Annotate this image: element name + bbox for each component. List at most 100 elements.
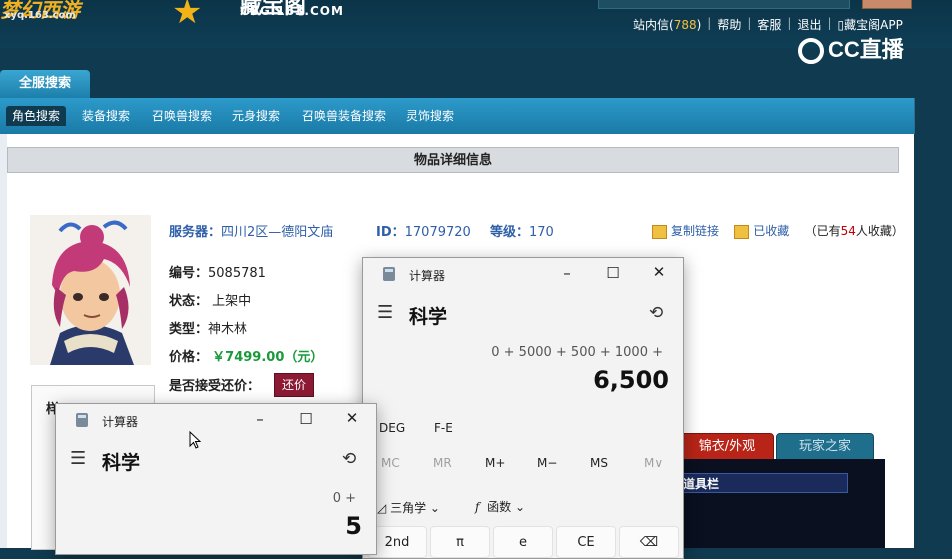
xyq-logo[interactable]: 梦幻西游 xyq.163.com	[0, 0, 150, 24]
calculator-expression: 0 + 5000 + 500 + 1000 +	[491, 345, 663, 360]
menu-icon[interactable]: ☰	[70, 448, 86, 469]
minimize-button[interactable]: –	[557, 264, 577, 282]
memory-recall-button[interactable]: MR	[433, 456, 452, 470]
calculator-window-back: 计算器 – ☐ ✕ ☰ 科学 ⟲ 0 + 5000 + 500 + 1000 +…	[362, 257, 684, 559]
tab-outfit[interactable]: 锦衣/外观	[680, 433, 774, 461]
search-tab-pet-equipment[interactable]: 召唤兽装备搜索	[296, 106, 392, 126]
clear-entry-key[interactable]: CE	[556, 526, 616, 558]
cc-logo-icon	[798, 38, 824, 65]
id-label: ID：	[376, 225, 405, 240]
user-info-box	[598, 0, 850, 9]
link-messages[interactable]: 站内信(788)	[633, 16, 701, 32]
memory-clear-button[interactable]: MC	[381, 456, 400, 470]
cbg-logo[interactable]: ★ 藏宝阁 CBG.163.COM	[172, 0, 362, 32]
search-tab-pet[interactable]: 召唤兽搜索	[146, 106, 218, 126]
server-row: 服务器：四川2区—德阳文庙	[169, 221, 333, 240]
cursor-arrow-icon	[189, 431, 201, 449]
calculator-title: 计算器	[102, 415, 139, 429]
close-button[interactable]: ✕	[342, 409, 362, 427]
status-row: 状态： 上架中	[169, 290, 251, 309]
id-row: ID：17079720	[376, 221, 471, 240]
function-icon: f	[475, 500, 480, 514]
bargain-button[interactable]: 还价	[274, 373, 314, 397]
history-icon[interactable]: ⟲	[649, 303, 663, 323]
detail-title: 物品详细信息	[7, 147, 899, 173]
bargain-label: 是否接受还价：	[169, 379, 261, 394]
angle-unit-button[interactable]: DEG	[379, 421, 405, 435]
calculator-icon	[383, 267, 395, 281]
star-icon: ★	[172, 0, 203, 32]
top-links: 站内信(788) | 帮助 | 客服 | 退出 | ▯藏宝阁APP	[633, 16, 903, 32]
tab-full-server-search[interactable]: 全服搜索	[0, 70, 90, 98]
divider: |	[747, 16, 752, 30]
calculator-mode: 科学	[102, 452, 141, 474]
price-label: 价格：	[169, 350, 209, 365]
calculator-window-front: 计算器 – ☐ ✕ ☰ 科学 ⟲ 0 + 5	[55, 403, 377, 555]
minimize-button[interactable]: –	[250, 410, 270, 428]
level-label: 等级：	[490, 225, 530, 240]
function-dropdown[interactable]: f 函数 ⌄	[475, 498, 525, 515]
price-row: 价格： ￥7499.00（元）	[169, 346, 323, 365]
memory-subtract-button[interactable]: M−	[537, 456, 557, 470]
favorite-button[interactable]: 已收藏	[734, 224, 789, 239]
search-tab-role[interactable]: 角色搜索	[6, 106, 67, 126]
maximize-button[interactable]: ☐	[296, 410, 316, 428]
tab-player-home[interactable]: 玩家之家	[776, 433, 874, 461]
menu-icon[interactable]: ☰	[377, 302, 393, 323]
copy-link-button[interactable]: 复制链接	[652, 224, 719, 239]
panel-tab-strip	[0, 70, 952, 98]
memory-add-button[interactable]: M+	[485, 456, 505, 470]
search-tab-avatar[interactable]: 元身搜索	[226, 106, 286, 126]
type-row: 类型：神木林	[169, 318, 247, 337]
link-app[interactable]: ▯藏宝阁APP	[838, 16, 903, 32]
xyq-logo-domain: xyq.163.com	[4, 10, 76, 21]
calculator-icon	[76, 413, 88, 427]
bargain-row: 是否接受还价：	[169, 375, 260, 394]
item-actions: 复制链接 已收藏 （已有54人收藏）	[652, 222, 904, 239]
inventory-bar-title: 道具栏	[680, 473, 848, 493]
message-count: 788	[673, 18, 697, 32]
close-button[interactable]: ✕	[649, 263, 669, 281]
pi-key[interactable]: π	[430, 526, 490, 558]
serial-label: 编号：	[169, 266, 209, 281]
price-value: ￥7499.00（元）	[212, 350, 324, 365]
history-icon[interactable]: ⟲	[342, 449, 356, 469]
calculator-result: 5	[345, 512, 362, 540]
id-value: 17079720	[404, 225, 471, 240]
level-value: 170	[529, 225, 554, 240]
backspace-key[interactable]: ⌫	[619, 526, 679, 558]
cbg-logo-domain: CBG.163.COM	[240, 4, 344, 18]
memory-store-button[interactable]: MS	[590, 456, 608, 470]
copy-link-icon	[652, 224, 667, 239]
calculator-titlebar[interactable]: 计算器 – ☐ ✕	[363, 258, 683, 290]
search-tab-equipment[interactable]: 装备搜索	[76, 106, 136, 126]
chevron-down-icon: ⌄	[429, 501, 440, 515]
type-value: 神木林	[208, 322, 248, 337]
calculator-result: 6,500	[593, 366, 669, 394]
calculator-expression: 0 +	[332, 491, 356, 506]
trig-dropdown[interactable]: ◿ 三角学 ⌄	[377, 499, 440, 516]
link-help[interactable]: 帮助	[717, 16, 741, 32]
link-logout[interactable]: 退出	[797, 16, 821, 32]
chevron-down-icon: ⌄	[514, 500, 525, 514]
calculator-title: 计算器	[409, 269, 446, 283]
character-portrait	[30, 215, 151, 365]
main-left-border	[0, 134, 7, 548]
status-value: 上架中	[212, 294, 252, 309]
euler-key[interactable]: e	[493, 526, 553, 558]
status-label: 状态：	[169, 294, 209, 309]
maximize-button[interactable]: ☐	[603, 264, 623, 282]
calculator-mode: 科学	[409, 306, 448, 328]
serial-row: 编号：5085781	[169, 262, 266, 281]
character-portrait-art	[30, 215, 151, 365]
search-tabs-bar: 角色搜索 装备搜索 召唤兽搜索 元身搜索 召唤兽装备搜索 灵饰搜索	[0, 98, 915, 134]
user-avatar[interactable]	[862, 0, 912, 9]
fe-button[interactable]: F-E	[434, 421, 453, 435]
memory-list-button[interactable]: M∨	[644, 456, 663, 470]
favorite-count: （已有54人收藏）	[804, 224, 904, 238]
link-service[interactable]: 客服	[757, 16, 781, 32]
cc-live-watermark: CC直播	[798, 32, 928, 66]
calculator-titlebar[interactable]: 计算器 – ☐ ✕	[56, 404, 376, 436]
divider: |	[827, 16, 832, 30]
search-tab-ornament[interactable]: 灵饰搜索	[400, 106, 460, 126]
